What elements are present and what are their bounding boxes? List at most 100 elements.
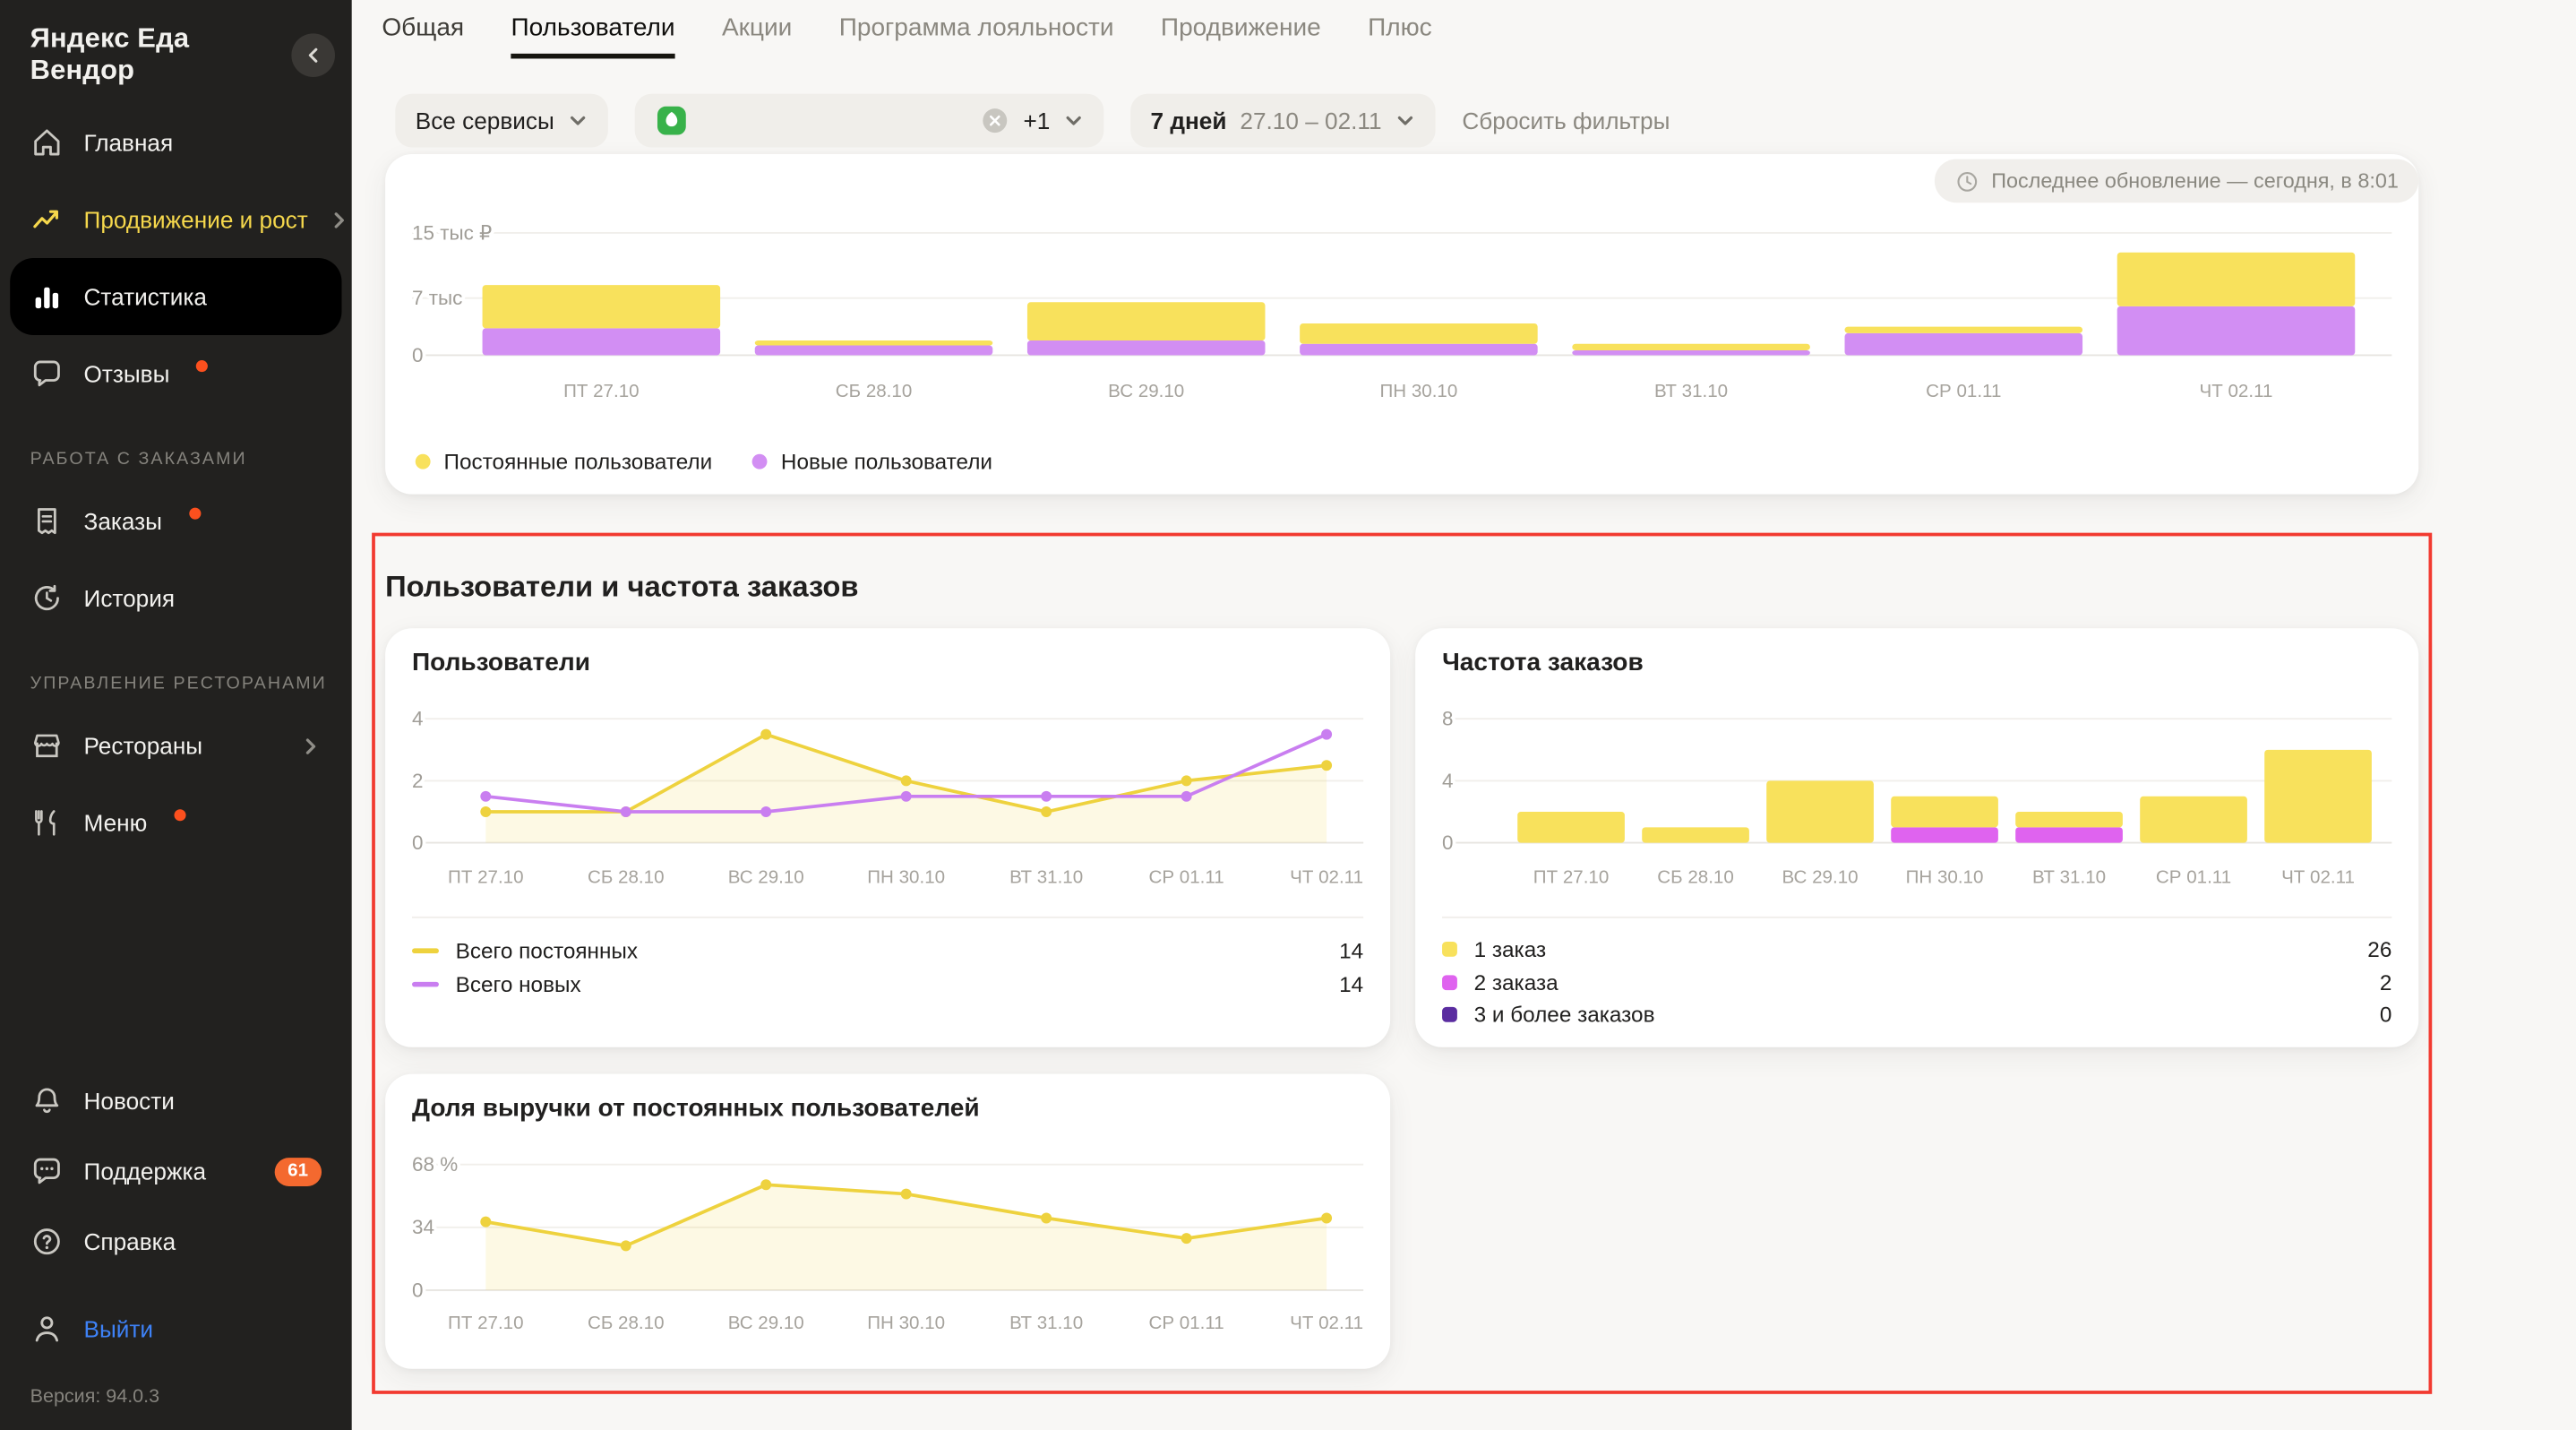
legend-swatch [1442, 942, 1457, 957]
tab-loyalty[interactable]: Программа лояльности [839, 13, 1114, 58]
sidebar-spacer [0, 861, 352, 1065]
chevron-down-icon [1395, 110, 1415, 130]
sidebar-nav: Главная Продвижение и рост Статистика Отзыв… [0, 104, 352, 861]
tab-general[interactable]: Общая [382, 13, 464, 58]
sidebar-item-restaurants[interactable]: Рестораны [10, 707, 341, 784]
app-title: Яндекс Еда Вендор [30, 23, 279, 87]
svg-text:68 %: 68 % [412, 1153, 458, 1176]
chevron-right-icon [300, 735, 322, 756]
svg-text:ЧТ 02.11: ЧТ 02.11 [2200, 381, 2273, 401]
tab-promos[interactable]: Акции [722, 13, 792, 58]
sidebar-item-label: Меню [84, 809, 148, 836]
legend-label: Постоянные пользователи [444, 449, 713, 474]
sidebar-item-help[interactable]: Справка [10, 1206, 341, 1277]
svg-text:ПН 30.10: ПН 30.10 [1380, 381, 1458, 401]
legend-swatch [1442, 975, 1457, 990]
sidebar-item-orders[interactable]: Заказы [10, 483, 341, 560]
service-multiselect[interactable]: +1 [635, 94, 1104, 148]
chevron-down-icon [1063, 110, 1083, 130]
revenue-share-chart: 03468 %ПТ 27.10СБ 28.10ВС 29.10ПН 30.10В… [385, 1134, 1390, 1352]
svg-text:0: 0 [412, 1279, 423, 1301]
svg-text:7 тыс: 7 тыс [412, 287, 462, 309]
tab-users[interactable]: Пользователи [511, 13, 674, 58]
order-frequency-chart-legend: 1 заказ26 2 заказа23 и более заказов0 [1442, 917, 2391, 1031]
services-filter-dropdown[interactable]: Все сервисы [395, 94, 607, 148]
sidebar-item-support[interactable]: Поддержка 61 [10, 1136, 341, 1207]
legend-label: 1 заказ [1474, 937, 2368, 962]
legend-label: Новые пользователи [781, 449, 992, 474]
clock-icon [1954, 168, 1979, 194]
sidebar-item-label: Поддержка [84, 1158, 207, 1184]
users-chart-legend: Всего постоянных14 Всего новых14 [412, 917, 1363, 1001]
svg-text:ПТ 27.10: ПТ 27.10 [563, 381, 640, 401]
svg-text:ВТ 31.10: ВТ 31.10 [1009, 1313, 1083, 1333]
last-update-badge: Последнее обновление — сегодня, в 8:01 [1935, 159, 2419, 203]
legend-swatch [416, 454, 431, 469]
sidebar-item-home[interactable]: Главная [10, 104, 341, 181]
filter-bar: Все сервисы +1 7 дней 27.10 – 02.11 Сбро… [395, 94, 1670, 148]
stage: Яндекс Еда Вендор Главная Продвижение и р… [0, 0, 2576, 1430]
sidebar-item-label: История [84, 585, 176, 612]
svg-text:ВТ 31.10: ВТ 31.10 [2032, 866, 2106, 887]
svg-text:0: 0 [412, 344, 423, 366]
sidebar-collapse-button[interactable] [291, 33, 335, 77]
svg-text:ПТ 27.10: ПТ 27.10 [448, 1313, 524, 1333]
last-update-text: Последнее обновление — сегодня, в 8:01 [1991, 169, 2399, 193]
sidebar-item-label: Рестораны [84, 732, 203, 759]
legend-label: Всего новых [456, 971, 1339, 996]
services-filter-label: Все сервисы [416, 108, 554, 134]
legend-value: 14 [1339, 937, 1363, 962]
svg-text:ВС 29.10: ВС 29.10 [1108, 381, 1184, 401]
sidebar-item-news[interactable]: Новости [10, 1065, 341, 1136]
svg-text:СР 01.11: СР 01.11 [1149, 1313, 1224, 1333]
svg-text:0: 0 [1442, 831, 1453, 854]
sidebar-footer-nav: Новости Поддержка 61 Справка Выйти [0, 1065, 352, 1364]
legend-swatch [1442, 1007, 1457, 1022]
revenue-share-chart-title: Доля выручки от постоянных пользователей [412, 1094, 980, 1123]
legend-row: 2 заказа2 [1442, 966, 2391, 998]
svg-text:ПН 30.10: ПН 30.10 [867, 866, 945, 887]
revenue-share-chart-card: Доля выручки от постоянных пользователей… [385, 1074, 1390, 1369]
sidebar-item-label: Заказы [84, 508, 163, 535]
tab-promotion[interactable]: Продвижение [1161, 13, 1321, 58]
legend-value: 0 [2380, 1003, 2392, 1028]
svg-text:ВС 29.10: ВС 29.10 [728, 1313, 804, 1333]
svg-text:ПН 30.10: ПН 30.10 [1906, 866, 1984, 887]
svg-text:СР 01.11: СР 01.11 [1926, 381, 2001, 401]
sidebar-item-menu[interactable]: Меню [10, 784, 341, 861]
legend-item: Новые пользователи [752, 449, 992, 474]
clear-selection-button[interactable] [980, 106, 1010, 136]
stats-icon [30, 280, 64, 313]
legend-label: Всего постоянных [456, 937, 1339, 962]
sidebar-item-label: Отзывы [84, 360, 170, 387]
svg-text:ВС 29.10: ВС 29.10 [1782, 866, 1859, 887]
support-count-badge: 61 [274, 1157, 322, 1185]
svg-text:4: 4 [412, 708, 423, 730]
sidebar-item-stats[interactable]: Статистика [10, 258, 341, 335]
svg-text:СБ 28.10: СБ 28.10 [588, 866, 665, 887]
svg-text:ВС 29.10: ВС 29.10 [728, 866, 804, 887]
sidebar-item-history[interactable]: История [10, 560, 341, 637]
sidebar-item-growth[interactable]: Продвижение и рост [10, 181, 341, 258]
app-root: Яндекс Еда Вендор Главная Продвижение и р… [0, 0, 2576, 1430]
order-frequency-chart-card: Частота заказов 048ПТ 27.10СБ 28.10ВС 29… [1415, 628, 2418, 1047]
svg-text:СР 01.11: СР 01.11 [2156, 866, 2231, 887]
svg-text:ПТ 27.10: ПТ 27.10 [1533, 866, 1610, 887]
orders-icon [30, 504, 64, 538]
chevron-left-icon [303, 45, 322, 65]
legend-row: Всего новых14 [412, 967, 1363, 1000]
legend-row: 3 и более заказов0 [1442, 999, 2391, 1031]
svg-text:4: 4 [1442, 770, 1453, 792]
period-filter-dropdown[interactable]: 7 дней 27.10 – 02.11 [1130, 94, 1435, 148]
sidebar-item-reviews[interactable]: Отзывы [10, 335, 341, 412]
reset-filters-button[interactable]: Сбросить фильтры [1462, 108, 1670, 134]
svg-text:ЧТ 02.11: ЧТ 02.11 [1290, 1313, 1363, 1333]
svg-text:15 тыс ₽: 15 тыс ₽ [412, 221, 492, 244]
sidebar-item-logout[interactable]: Выйти [10, 1294, 341, 1365]
tab-plus[interactable]: Плюс [1368, 13, 1432, 58]
svg-text:2: 2 [412, 770, 423, 792]
tabs: Общая Пользователи Акции Программа лояльнос… [382, 13, 1431, 58]
users-chart-title: Пользователи [412, 649, 590, 677]
sidebar-item-label: Продвижение и рост [84, 206, 308, 233]
legend-value: 26 [2367, 937, 2391, 962]
